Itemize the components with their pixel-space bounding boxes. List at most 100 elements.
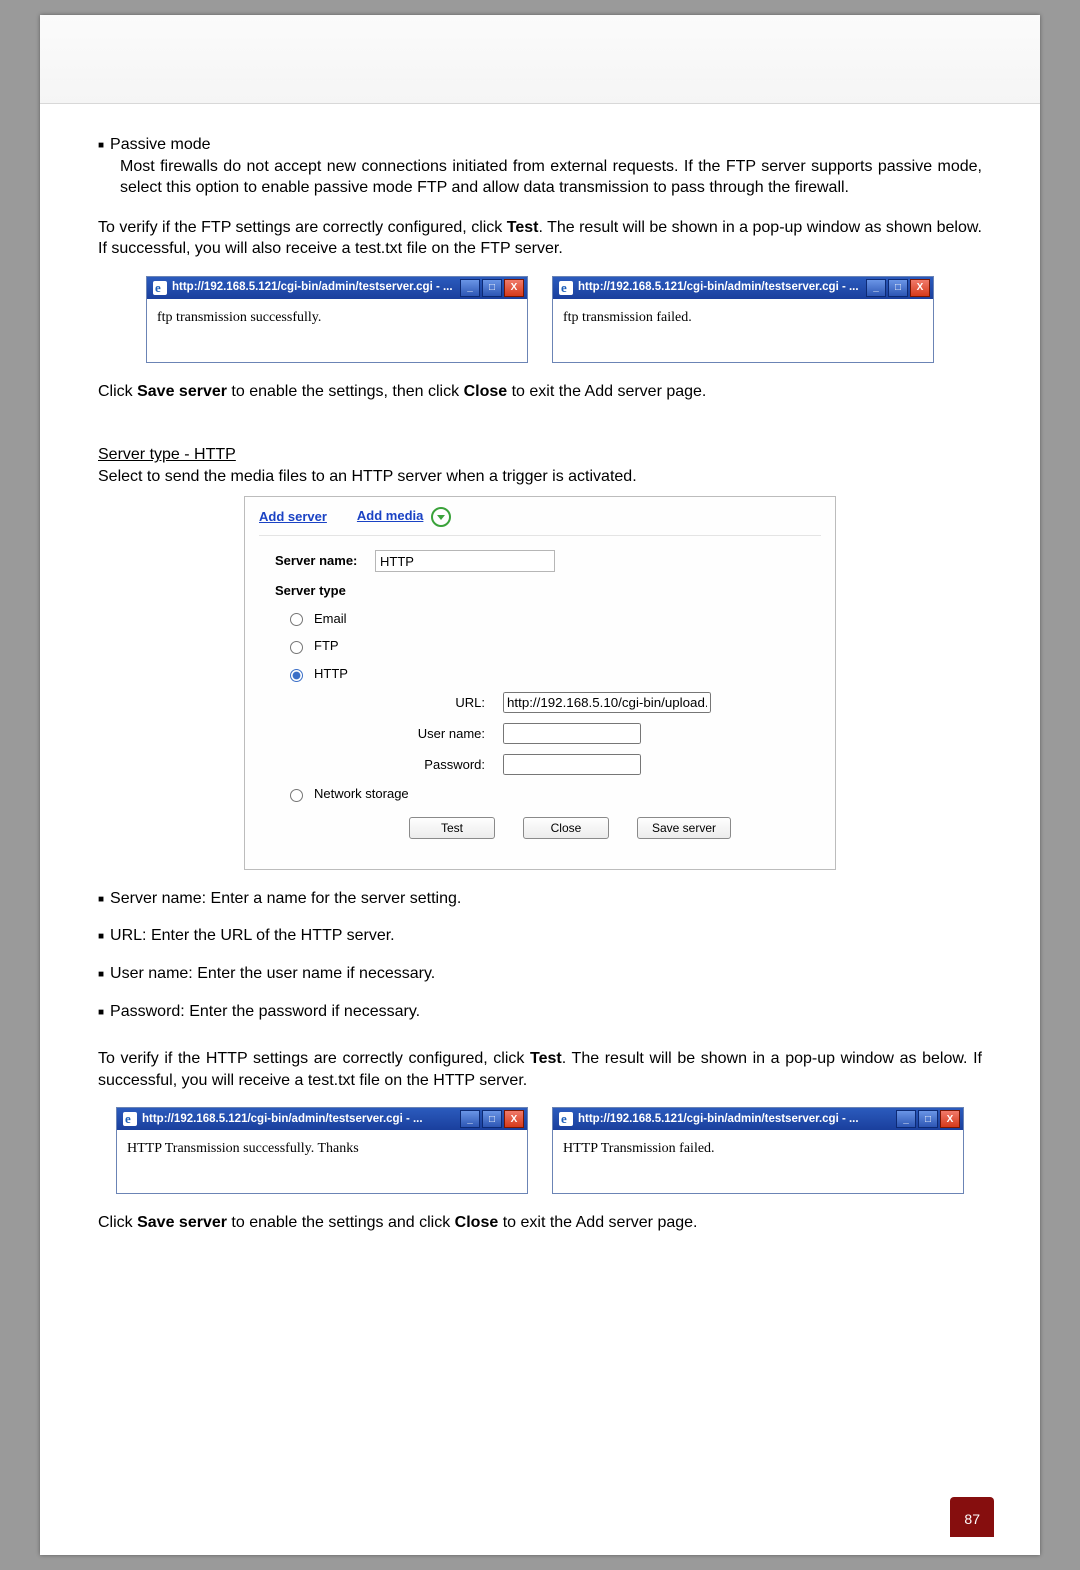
popup-title: http://192.168.5.121/cgi-bin/admin/tests…	[142, 1112, 460, 1128]
ftp-verify-test: Test	[507, 219, 539, 236]
radio-email-input[interactable]	[290, 613, 303, 626]
popup-body: ftp transmission successfully.	[147, 299, 527, 362]
username-label: User name:	[315, 725, 503, 743]
add-server-panel: Add server Add media Server name: Server…	[244, 496, 836, 870]
http-popup-success: http://192.168.5.121/cgi-bin/admin/tests…	[116, 1107, 528, 1194]
popup-titlebar: http://192.168.5.121/cgi-bin/admin/tests…	[553, 277, 933, 299]
bullet-url-text: URL: Enter the URL of the HTTP server.	[110, 925, 395, 947]
ie-icon	[153, 281, 167, 295]
username-input[interactable]	[503, 723, 641, 744]
password-input[interactable]	[503, 754, 641, 775]
http-section-title: Server type - HTTP	[98, 444, 982, 466]
bullet-username-text: User name: Enter the user name if necess…	[110, 963, 435, 985]
close-button[interactable]: X	[504, 279, 524, 297]
page-content: ■ Passive mode Most firewalls do not acc…	[40, 104, 1040, 1270]
http-section-intro: Select to send the media files to an HTT…	[98, 466, 982, 488]
popup-titlebar: http://192.168.5.121/cgi-bin/admin/tests…	[147, 277, 527, 299]
close-button[interactable]: X	[504, 1110, 524, 1128]
maximize-button[interactable]: □	[918, 1110, 938, 1128]
http-save-mid: to enable the settings and click	[227, 1214, 455, 1231]
ftp-popups-row: http://192.168.5.121/cgi-bin/admin/tests…	[98, 276, 982, 363]
bullet-password: ■ Password: Enter the password if necess…	[98, 1001, 982, 1023]
server-name-label: Server name:	[275, 552, 375, 570]
window-buttons: _ □ X	[460, 1110, 524, 1128]
ftp-popup-success: http://192.168.5.121/cgi-bin/admin/tests…	[146, 276, 528, 363]
minimize-button[interactable]: _	[460, 279, 480, 297]
ftp-save-pre: Click	[98, 383, 137, 400]
popup-body: HTTP Transmission successfully. Thanks	[117, 1130, 527, 1193]
close-button[interactable]: X	[940, 1110, 960, 1128]
radio-http[interactable]: HTTP	[275, 665, 805, 683]
ie-icon	[559, 281, 573, 295]
ftp-popup-fail: http://192.168.5.121/cgi-bin/admin/tests…	[552, 276, 934, 363]
radio-email-label: Email	[314, 610, 347, 628]
username-row: User name:	[315, 723, 805, 744]
http-popups-row: http://192.168.5.121/cgi-bin/admin/tests…	[98, 1107, 982, 1194]
http-verify-pre: To verify if the HTTP settings are corre…	[98, 1050, 530, 1067]
http-save-post: to exit the Add server page.	[498, 1214, 697, 1231]
popup-titlebar: http://192.168.5.121/cgi-bin/admin/tests…	[553, 1108, 963, 1130]
save-server-button[interactable]: Save server	[637, 817, 731, 839]
radio-email[interactable]: Email	[275, 610, 805, 628]
panel-button-row: Test Close Save server	[275, 813, 805, 843]
test-button[interactable]: Test	[409, 817, 495, 839]
bullet-server-name: ■ Server name: Enter a name for the serv…	[98, 888, 982, 910]
tab-add-server[interactable]: Add server	[259, 508, 327, 526]
close-button[interactable]: Close	[523, 817, 609, 839]
popup-body: ftp transmission failed.	[553, 299, 933, 362]
tab-add-media-wrap[interactable]: Add media	[357, 507, 451, 528]
radio-http-input[interactable]	[290, 669, 303, 682]
radio-network-storage[interactable]: Network storage	[275, 785, 805, 803]
page-header-band	[40, 15, 1040, 104]
ftp-verify-pre: To verify if the FTP settings are correc…	[98, 219, 507, 236]
popup-title: http://192.168.5.121/cgi-bin/admin/tests…	[172, 280, 460, 296]
square-bullet-icon: ■	[98, 134, 110, 153]
ftp-save-b2: Close	[464, 383, 508, 400]
http-save-b1: Save server	[137, 1214, 227, 1231]
http-verify-test: Test	[530, 1050, 562, 1067]
bullet-username: ■ User name: Enter the user name if nece…	[98, 963, 982, 985]
passive-mode-heading: ■ Passive mode	[98, 134, 982, 156]
radio-ftp-label: FTP	[314, 637, 339, 655]
popup-body: HTTP Transmission failed.	[553, 1130, 963, 1193]
http-save-para: Click Save server to enable the settings…	[98, 1212, 982, 1234]
url-row: URL:	[315, 692, 805, 713]
passive-mode-body: Most firewalls do not accept new connect…	[98, 156, 982, 199]
window-buttons: _ □ X	[896, 1110, 960, 1128]
radio-ftp[interactable]: FTP	[275, 637, 805, 655]
ftp-verify-para: To verify if the FTP settings are correc…	[98, 217, 982, 260]
square-bullet-icon: ■	[98, 925, 110, 944]
radio-http-label: HTTP	[314, 665, 348, 683]
square-bullet-icon: ■	[98, 888, 110, 907]
server-name-row: Server name:	[275, 550, 805, 572]
page-number-badge: 87	[950, 1497, 994, 1537]
panel-tabs: Add server Add media	[245, 497, 835, 532]
maximize-button[interactable]: □	[888, 279, 908, 297]
popup-title: http://192.168.5.121/cgi-bin/admin/tests…	[578, 1112, 896, 1128]
bullet-server-name-text: Server name: Enter a name for the server…	[110, 888, 461, 910]
maximize-button[interactable]: □	[482, 279, 502, 297]
minimize-button[interactable]: _	[866, 279, 886, 297]
http-popup-fail: http://192.168.5.121/cgi-bin/admin/tests…	[552, 1107, 964, 1194]
http-save-pre: Click	[98, 1214, 137, 1231]
passive-mode-title: Passive mode	[110, 134, 211, 156]
popup-titlebar: http://192.168.5.121/cgi-bin/admin/tests…	[117, 1108, 527, 1130]
maximize-button[interactable]: □	[482, 1110, 502, 1128]
radio-ftp-input[interactable]	[290, 641, 303, 654]
http-verify-para: To verify if the HTTP settings are corre…	[98, 1048, 982, 1091]
server-name-input[interactable]	[375, 550, 555, 572]
minimize-button[interactable]: _	[460, 1110, 480, 1128]
http-bullet-list: ■ Server name: Enter a name for the serv…	[98, 888, 982, 1022]
ie-icon	[559, 1112, 573, 1126]
tab-add-media[interactable]: Add media	[357, 508, 423, 523]
url-label: URL:	[315, 694, 503, 712]
close-button[interactable]: X	[910, 279, 930, 297]
ftp-save-mid: to enable the settings, then click	[227, 383, 464, 400]
radio-ns-input[interactable]	[290, 789, 303, 802]
bullet-password-text: Password: Enter the password if necessar…	[110, 1001, 420, 1023]
minimize-button[interactable]: _	[896, 1110, 916, 1128]
server-type-label: Server type	[275, 582, 805, 600]
square-bullet-icon: ■	[98, 1001, 110, 1020]
chevron-down-icon	[431, 507, 451, 527]
url-input[interactable]	[503, 692, 711, 713]
